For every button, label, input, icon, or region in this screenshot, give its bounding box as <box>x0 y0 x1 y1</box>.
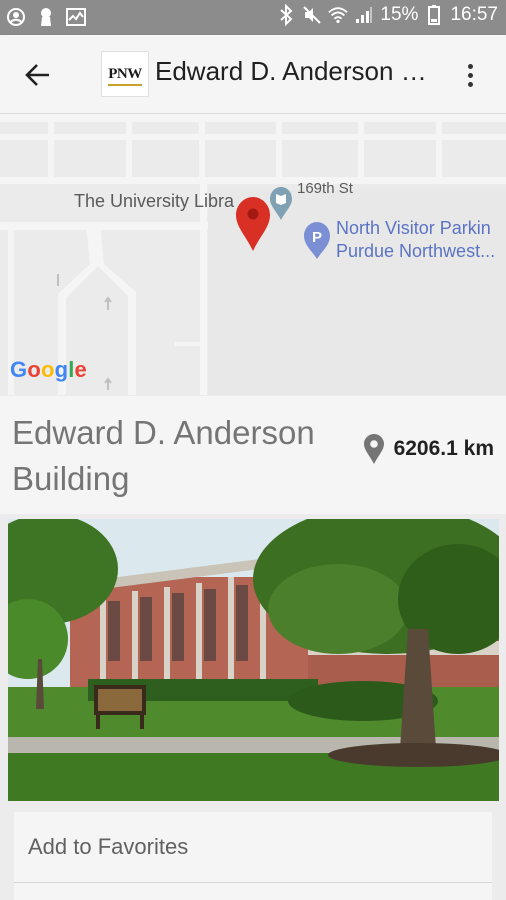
wifi-icon <box>328 4 349 26</box>
building-name: Edward D. Anderson Building <box>12 414 315 497</box>
activity-chart-icon <box>66 6 86 28</box>
status-bar: 15% 16:57 <box>0 0 506 35</box>
add-to-favorites-button[interactable]: Add to Favorites <box>14 812 492 882</box>
svg-text:P: P <box>312 229 322 246</box>
overflow-menu-button[interactable] <box>460 57 480 93</box>
pnw-logo: PNW <box>101 51 149 97</box>
battery-percent: 15% <box>380 4 419 25</box>
add-to-favorites-label: Add to Favorites <box>28 834 189 859</box>
more-vert-icon <box>467 63 473 69</box>
status-right: 15% 16:57 <box>276 4 498 26</box>
map-label-parking-2: Purdue Northwest... <box>336 241 496 261</box>
clock: 16:57 <box>450 4 498 25</box>
arrow-back-icon <box>25 64 49 86</box>
keyhole-icon <box>36 6 56 28</box>
map-label-parking-1: North Visitor Parkin <box>336 218 491 238</box>
map-label-street: 169th St <box>297 180 353 197</box>
logo-text: PNW <box>108 65 142 86</box>
divider <box>14 882 492 883</box>
building-photo-image <box>8 519 499 801</box>
map-label-library: The University Libra <box>74 191 235 211</box>
account-circle-icon <box>6 6 26 28</box>
more-vert-dot <box>467 72 473 78</box>
map-view[interactable]: P The University Libra 169th St North Vi… <box>0 114 506 395</box>
more-vert-dot <box>467 81 473 87</box>
distance-indicator: 6206.1 km <box>363 434 494 464</box>
actions-card: Add to Favorites <box>14 812 492 900</box>
mute-icon <box>302 4 322 26</box>
back-button[interactable] <box>20 57 56 93</box>
place-marker-icon <box>363 434 384 464</box>
bluetooth-icon <box>276 4 296 26</box>
google-logo[interactable]: Google <box>10 357 87 383</box>
building-photo[interactable] <box>8 519 499 801</box>
battery-icon <box>424 4 444 26</box>
signal-icon <box>354 4 374 26</box>
distance-value: 6206.1 km <box>393 437 494 460</box>
page-title: Edward D. Anderson Building <box>155 56 430 86</box>
app-bar: PNW Edward D. Anderson Building <box>0 35 506 114</box>
building-header: Edward D. Anderson Building 6206.1 km <box>0 396 506 514</box>
status-left-icons <box>6 6 86 28</box>
